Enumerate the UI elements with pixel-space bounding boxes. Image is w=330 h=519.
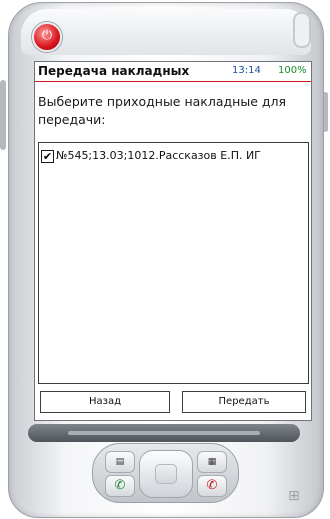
window-title: Передача накладных <box>38 64 190 78</box>
phone-end-icon: ✆ <box>206 478 218 493</box>
phone-call-icon: ✆ <box>114 478 126 493</box>
invoice-list[interactable]: ✔ №545;13.03;1012.Рассказов Е.П. ИГ <box>38 142 309 384</box>
battery-level[interactable]: 100% <box>278 65 307 76</box>
power-icon: ⏻ <box>41 28 53 43</box>
softkey-bar-line <box>68 431 260 435</box>
back-button[interactable]: Назад <box>40 391 170 413</box>
contacts-icon: ▦ <box>207 457 217 467</box>
calendar-icon: ▤ <box>115 457 125 467</box>
calendar-key[interactable]: ▤ <box>105 451 135 473</box>
call-key[interactable]: ✆ <box>105 475 135 497</box>
power-button[interactable]: ⏻ <box>32 22 62 52</box>
clock[interactable]: 13:14 <box>232 65 261 76</box>
side-button-left[interactable] <box>0 80 6 150</box>
send-button[interactable]: Передать <box>182 391 306 413</box>
device-top-bezel <box>21 9 311 55</box>
dpad-center-button[interactable] <box>155 464 177 484</box>
device-screen: Передача накладных 13:14 100% Выберите п… <box>34 61 312 421</box>
hardware-keypad: ▤ ▦ ✆ ✆ <box>92 443 239 503</box>
invoice-label: №545;13.03;1012.Рассказов Е.П. ИГ <box>56 149 261 162</box>
softkey-bar[interactable] <box>28 424 300 442</box>
list-item[interactable]: ✔ №545;13.03;1012.Рассказов Е.П. ИГ <box>41 149 307 165</box>
contacts-key[interactable]: ▦ <box>197 451 227 473</box>
end-key[interactable]: ✆ <box>197 475 227 497</box>
windows-logo-icon: ⊞ <box>288 488 300 504</box>
invoice-checkbox[interactable]: ✔ <box>41 150 54 163</box>
stylus-slot <box>293 12 311 48</box>
dpad[interactable] <box>139 450 193 498</box>
title-bar: Передача накладных 13:14 100% <box>35 62 311 82</box>
instruction-text: Выберите приходные накладные для передач… <box>38 94 287 127</box>
